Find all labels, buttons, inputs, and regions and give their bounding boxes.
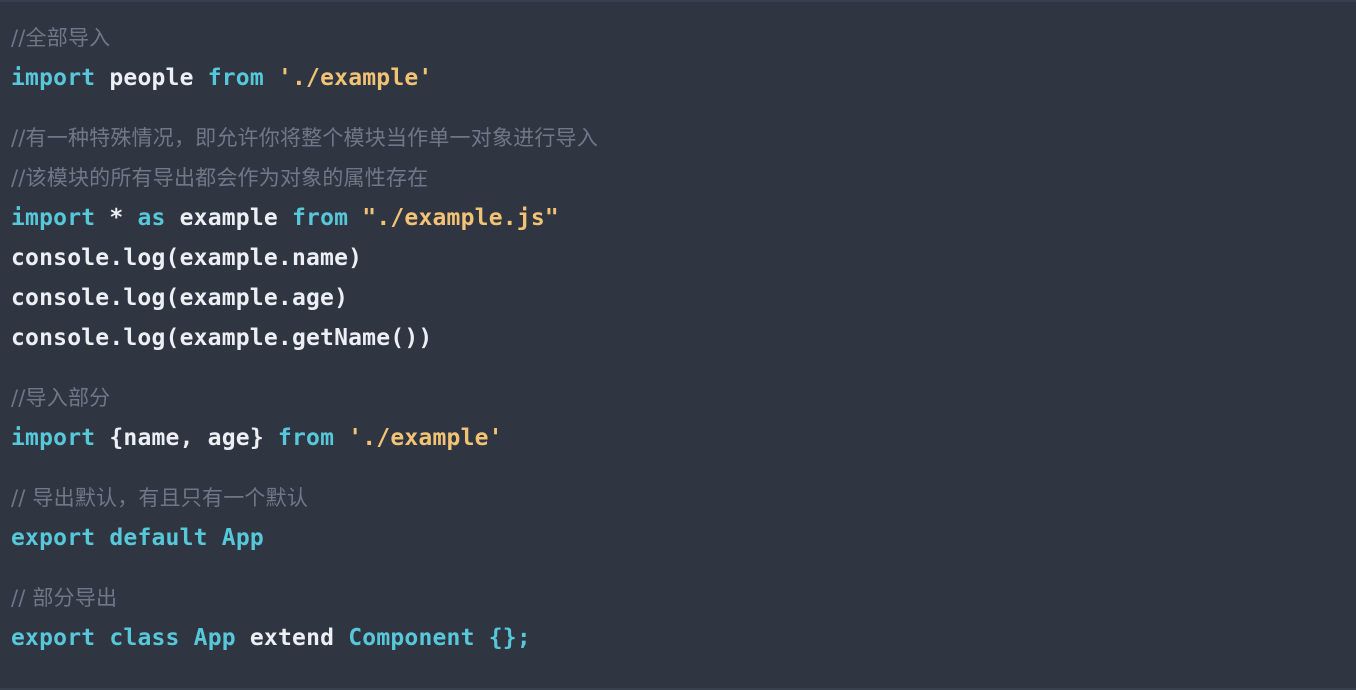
code-line[interactable]: //有一种特殊情况，即允许你将整个模块当作单一对象进行导入 (0, 118, 1356, 158)
code-line[interactable]: import * as example from "./example.js" (0, 198, 1356, 238)
code-line-blank[interactable] (0, 458, 1356, 478)
code-token-comment: //导入部分 (11, 386, 111, 410)
code-token-keyword: export (11, 625, 96, 651)
code-token-keyword: default (109, 525, 208, 551)
code-token-type: App (193, 625, 236, 651)
code-token-plain: console.log(example.getName()) (11, 325, 433, 351)
code-token-comment: // 部分导出 (11, 586, 118, 610)
code-line[interactable]: import people from './example' (0, 58, 1356, 98)
code-line-blank[interactable] (0, 98, 1356, 118)
code-line[interactable]: // 部分导出 (0, 578, 1356, 618)
code-line[interactable]: console.log(example.getName()) (0, 318, 1356, 358)
code-line[interactable]: import {name, age} from './example' (0, 418, 1356, 458)
code-token-comment: //该模块的所有导出都会作为对象的属性存在 (11, 166, 429, 190)
code-line[interactable]: export default App (0, 518, 1356, 558)
code-line-blank[interactable] (0, 358, 1356, 378)
code-token-keyword: export (11, 525, 96, 551)
code-block: //全部导入 import people from './example' //有一… (0, 0, 1356, 690)
code-line[interactable]: //该模块的所有导出都会作为对象的属性存在 (0, 158, 1356, 198)
code-line[interactable]: console.log(example.age) (0, 278, 1356, 318)
code-token-keyword: from (277, 425, 335, 451)
code-token-keyword: import (11, 205, 96, 231)
code-token-punct: {}; (488, 625, 531, 651)
code-line[interactable]: export class App extend Component {}; (0, 618, 1356, 658)
code-token-plain: extend (235, 625, 349, 651)
code-token-plain: people (95, 65, 208, 91)
code-token-type: App (221, 525, 264, 551)
code-token-type: Component (348, 625, 475, 651)
code-token-string: "./example.js" (362, 205, 559, 231)
code-token-plain: * (95, 205, 138, 231)
code-token-keyword: from (207, 65, 264, 91)
code-token-comment: //全部导入 (11, 26, 111, 50)
code-line[interactable]: // 导出默认，有且只有一个默认 (0, 478, 1356, 518)
code-line[interactable]: //全部导入 (0, 18, 1356, 58)
code-line[interactable]: console.log(example.name) (0, 238, 1356, 278)
code-token-comment: // 导出默认，有且只有一个默认 (11, 486, 309, 510)
code-token-plain: example (165, 205, 292, 231)
code-token-plain: console.log(example.name) (11, 245, 363, 271)
code-token-keyword: import (11, 65, 96, 91)
code-token-string: './example' (277, 65, 433, 91)
code-token-comment: //有一种特殊情况，即允许你将整个模块当作单一对象进行导入 (11, 126, 598, 150)
code-token-keyword: import (11, 425, 96, 451)
code-line-blank[interactable] (0, 558, 1356, 578)
code-line-list: //全部导入 import people from './example' //有一… (0, 18, 1356, 658)
code-token-plain: {name, age} (95, 425, 278, 451)
code-token-keyword: as (137, 205, 166, 231)
code-line[interactable]: //导入部分 (0, 378, 1356, 418)
code-token-plain: console.log(example.age) (11, 285, 349, 311)
code-token-string: './example' (348, 425, 503, 451)
code-token-keyword: class (109, 625, 180, 651)
code-token-keyword: from (292, 205, 349, 231)
